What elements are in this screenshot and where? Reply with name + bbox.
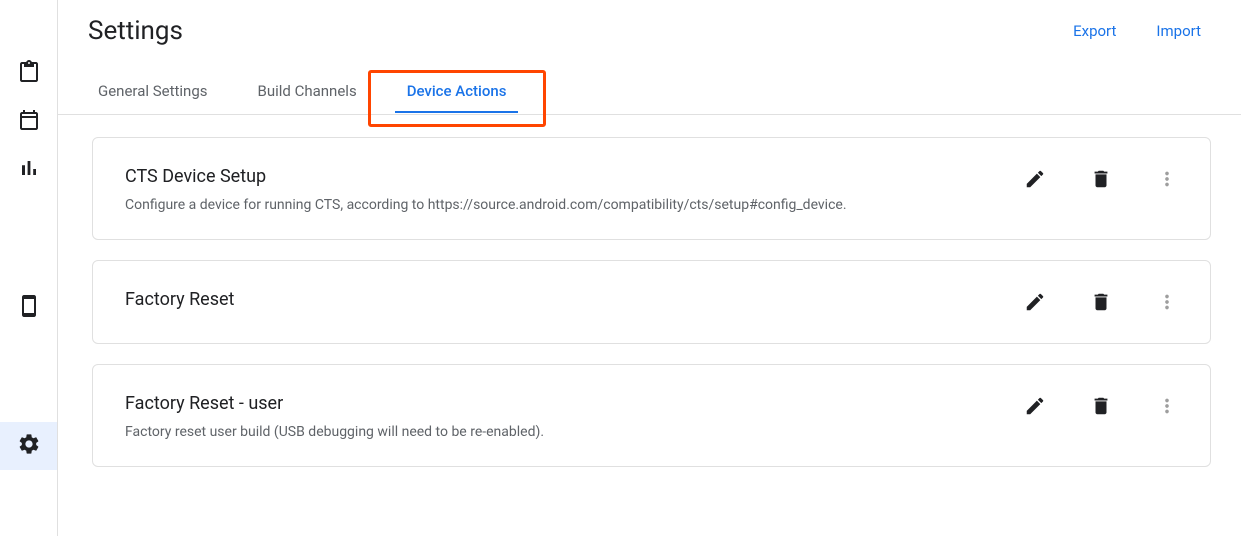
edit-button[interactable]: [1024, 395, 1046, 421]
card-actions: [1024, 289, 1178, 317]
card-text: Factory Reset: [125, 289, 234, 310]
pencil-icon: [1024, 168, 1046, 194]
trash-icon: [1090, 395, 1112, 421]
card-text: Factory Reset - user Factory reset user …: [125, 393, 544, 440]
card-text: CTS Device Setup Configure a device for …: [125, 166, 847, 213]
tab-general-settings[interactable]: General Settings: [98, 82, 208, 114]
edit-button[interactable]: [1024, 168, 1046, 194]
delete-button[interactable]: [1090, 168, 1112, 194]
more-button[interactable]: [1156, 291, 1178, 317]
top-links: Export Import: [1073, 22, 1211, 40]
gear-icon: [17, 432, 41, 460]
phone-icon: [17, 294, 41, 322]
sidebar-item-clipboard[interactable]: [0, 50, 57, 98]
trash-icon: [1090, 168, 1112, 194]
topbar: Settings Export Import: [58, 0, 1241, 46]
tab-build-channels[interactable]: Build Channels: [258, 82, 357, 114]
sidebar-item-settings[interactable]: [0, 422, 57, 470]
page-title: Settings: [88, 16, 183, 46]
more-vert-icon: [1156, 291, 1178, 317]
sidebar-spacer: [0, 332, 57, 422]
device-action-card: CTS Device Setup Configure a device for …: [92, 137, 1211, 240]
content: CTS Device Setup Configure a device for …: [58, 115, 1241, 467]
sidebar-spacer: [0, 194, 57, 284]
card-actions: [1024, 393, 1178, 421]
calendar-icon: [17, 108, 41, 136]
delete-button[interactable]: [1090, 291, 1112, 317]
bar-chart-icon: [17, 156, 41, 184]
main-panel: Settings Export Import General Settings …: [58, 0, 1241, 536]
sidebar-item-analytics[interactable]: [0, 146, 57, 194]
card-actions: [1024, 166, 1178, 194]
sidebar: [0, 0, 58, 536]
pencil-icon: [1024, 291, 1046, 317]
card-title: Factory Reset: [125, 289, 234, 310]
trash-icon: [1090, 291, 1112, 317]
card-title: Factory Reset - user: [125, 393, 544, 414]
sidebar-item-device[interactable]: [0, 284, 57, 332]
card-description: Configure a device for running CTS, acco…: [125, 197, 847, 213]
device-action-card: Factory Reset: [92, 260, 1211, 344]
more-vert-icon: [1156, 395, 1178, 421]
tabs: General Settings Build Channels Device A…: [58, 46, 1241, 115]
device-action-card: Factory Reset - user Factory reset user …: [92, 364, 1211, 467]
edit-button[interactable]: [1024, 291, 1046, 317]
card-title: CTS Device Setup: [125, 166, 847, 187]
delete-button[interactable]: [1090, 395, 1112, 421]
tab-device-actions[interactable]: Device Actions: [407, 82, 507, 114]
card-description: Factory reset user build (USB debugging …: [125, 424, 544, 440]
more-vert-icon: [1156, 168, 1178, 194]
more-button[interactable]: [1156, 168, 1178, 194]
sidebar-item-schedule[interactable]: [0, 98, 57, 146]
import-link[interactable]: Import: [1156, 22, 1201, 40]
export-link[interactable]: Export: [1073, 22, 1116, 40]
pencil-icon: [1024, 395, 1046, 421]
clipboard-icon: [17, 60, 41, 88]
more-button[interactable]: [1156, 395, 1178, 421]
